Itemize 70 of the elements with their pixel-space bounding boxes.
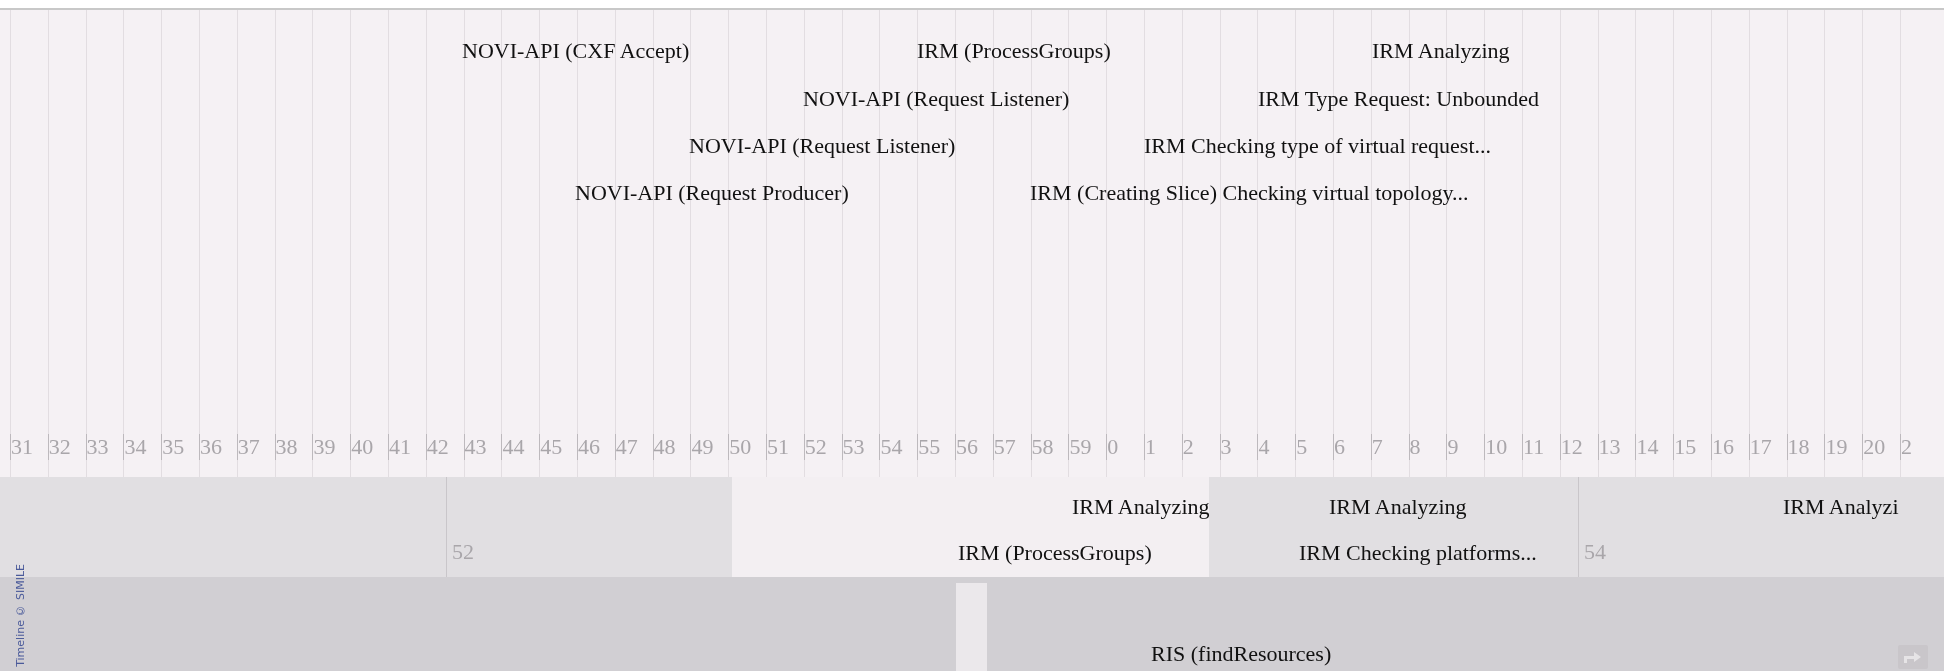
event-label: NOVI-API (CXF Accept) xyxy=(462,38,690,64)
event-label: IRM Analyzi xyxy=(1783,494,1899,520)
tick-label: 42 xyxy=(425,434,449,460)
tick-label: 5 xyxy=(1295,434,1308,460)
tick-label: 39 xyxy=(312,434,336,460)
event-label: IRM Checking type of virtual request... xyxy=(1144,133,1492,159)
tick-label: 54 xyxy=(879,434,903,460)
event-label: NOVI-API (Request Listener) xyxy=(689,133,956,159)
tick-label: 0 xyxy=(1106,434,1119,460)
tick-label: 1 xyxy=(1144,434,1156,460)
tick-label: 20 xyxy=(1862,434,1886,460)
tick-label: 36 xyxy=(199,434,222,460)
tick-label: 31 xyxy=(10,434,33,460)
tick-label: 52 xyxy=(452,539,474,565)
tick-label: 40 xyxy=(350,434,374,460)
tick-label: 18 xyxy=(1786,434,1810,460)
tick-label: 47 xyxy=(614,434,638,460)
tick-label: 45 xyxy=(539,434,563,460)
event-label: IRM (Creating Slice) Checking virtual topology... xyxy=(1030,180,1469,206)
tick-label: 9 xyxy=(1446,434,1459,460)
event-label: NOVI-API (Request Listener) xyxy=(803,86,1070,112)
tick-label: 4 xyxy=(1257,434,1270,460)
event-label: IRM Analyzing xyxy=(1329,494,1467,520)
tick-label: 7 xyxy=(1370,434,1383,460)
event-label: IRM (ProcessGroups) xyxy=(958,540,1152,566)
tick-label: 51 xyxy=(766,434,789,460)
tick-label: 19 xyxy=(1824,434,1848,460)
event-label: IRM Analyzing xyxy=(1372,38,1510,64)
tick-label: 15 xyxy=(1673,434,1697,460)
tick-label: 49 xyxy=(690,434,714,460)
tick-label: 3 xyxy=(1219,434,1232,460)
tick-label: 48 xyxy=(652,434,676,460)
share-icon[interactable] xyxy=(1898,645,1928,669)
tick-label: 6 xyxy=(1333,434,1345,460)
event-label: IRM Checking platforms... xyxy=(1299,540,1537,566)
event-label: IRM Analyzing xyxy=(1072,494,1210,520)
tick-label: 33 xyxy=(85,434,109,460)
tick-label: 56 xyxy=(955,434,978,460)
tick-label: 57 xyxy=(992,434,1016,460)
tick-label: 32 xyxy=(47,434,71,460)
tick-label: 2 xyxy=(1900,434,1912,460)
tick-label: 14 xyxy=(1635,434,1659,460)
tick-label: 35 xyxy=(161,434,185,460)
credit-label: Timeline © SIMILE xyxy=(14,564,27,667)
tick-label: 2 xyxy=(1181,434,1194,460)
tick-label: 59 xyxy=(1068,434,1092,460)
tick-label: 53 xyxy=(841,434,865,460)
event-label: NOVI-API (Request Producer) xyxy=(575,180,849,206)
tick-label: 52 xyxy=(803,434,827,460)
tick-label: 58 xyxy=(1030,434,1054,460)
tick-label: 37 xyxy=(236,434,260,460)
tick-label: 55 xyxy=(917,434,941,460)
tick-label: 43 xyxy=(463,434,487,460)
tick-label: 8 xyxy=(1408,434,1421,460)
tick-label: 16 xyxy=(1711,434,1734,460)
tick-label: 38 xyxy=(274,434,298,460)
tick-label: 13 xyxy=(1597,434,1621,460)
tick-label: 17 xyxy=(1748,434,1772,460)
tick-label: 44 xyxy=(501,434,525,460)
tick-label: 12 xyxy=(1559,434,1583,460)
event-label: IRM Type Request: Unbounded xyxy=(1258,86,1539,112)
event-label: RIS (findResources) xyxy=(1151,641,1332,667)
tick-label: 54 xyxy=(1584,539,1606,565)
tick-label: 34 xyxy=(123,434,147,460)
tick-label: 41 xyxy=(388,434,411,460)
tick-label: 50 xyxy=(728,434,752,460)
tick-label: 11 xyxy=(1522,434,1545,460)
tick-label: 46 xyxy=(577,434,600,460)
tick-label: 10 xyxy=(1484,434,1508,460)
event-label: IRM (ProcessGroups) xyxy=(917,38,1111,64)
